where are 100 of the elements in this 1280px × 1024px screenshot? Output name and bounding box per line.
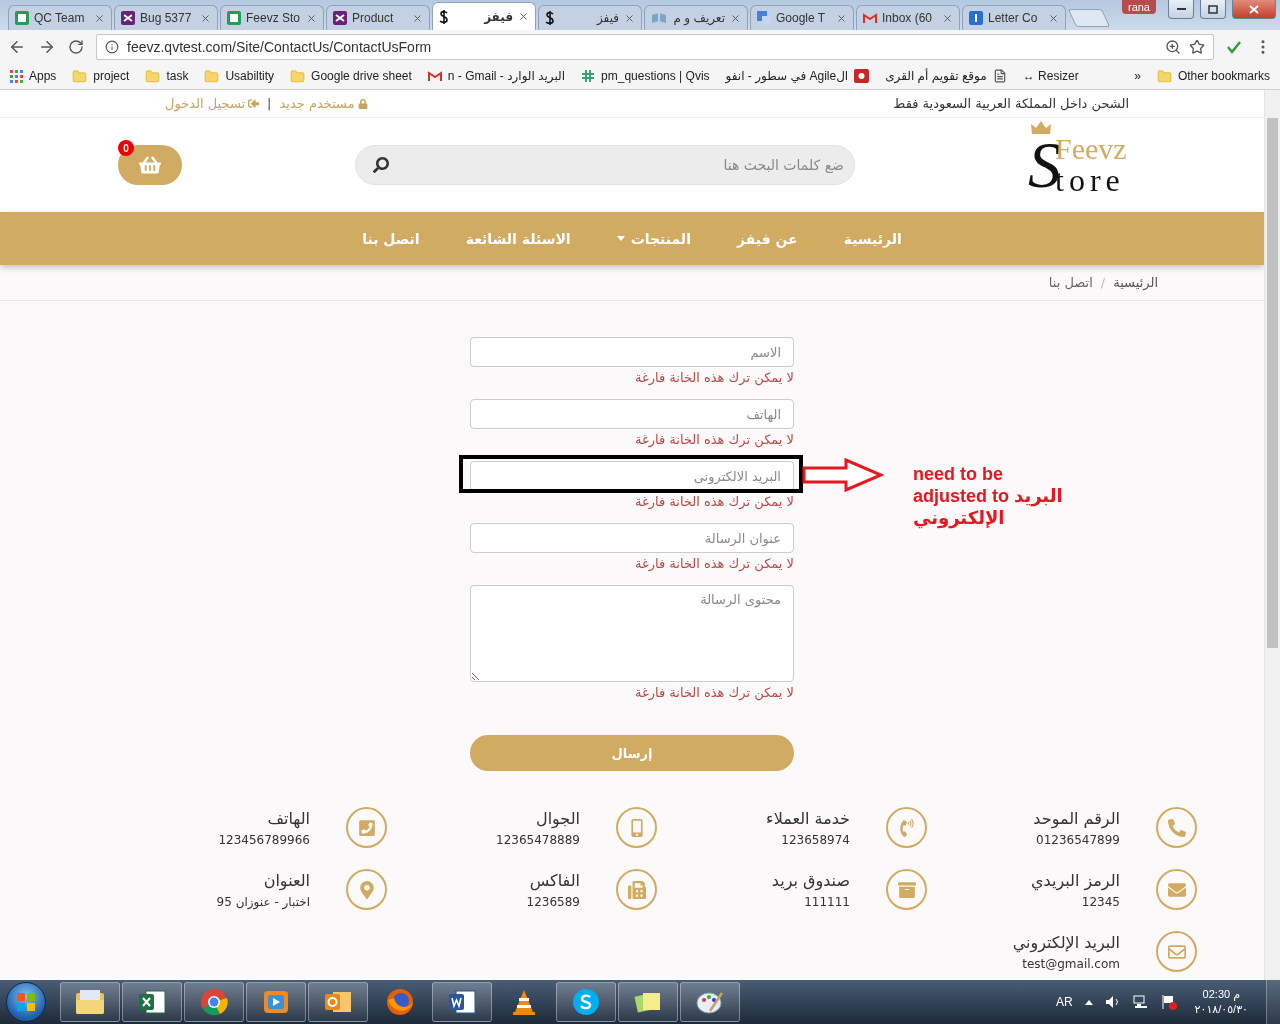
browser-tab[interactable]: فيفز bbox=[432, 2, 536, 30]
clock[interactable]: 02:30 م ٢٠١٨/٠٥/٣٠ bbox=[1188, 988, 1254, 1016]
bookmark-link[interactable]: project bbox=[72, 68, 130, 84]
mail-icon bbox=[863, 12, 877, 24]
infinity-logo-icon bbox=[333, 11, 347, 25]
contact-title: الفاكس bbox=[528, 870, 580, 890]
envelope-icon bbox=[1167, 942, 1186, 961]
close-icon[interactable] bbox=[518, 11, 529, 22]
taskbar-app-button[interactable] bbox=[60, 982, 120, 1022]
page-icon bbox=[992, 69, 1007, 83]
bookmark-link[interactable]: Apps bbox=[10, 69, 57, 83]
search-field[interactable]: ضع كلمات البحث هنا bbox=[355, 145, 855, 185]
shipping-note: الشحن داخل المملكة العربية السعودية فقط bbox=[893, 96, 1129, 111]
breadcrumb-current: اتصل بنا bbox=[1048, 275, 1093, 290]
browser-tab[interactable]: Letter Co bbox=[962, 5, 1066, 30]
close-button[interactable] bbox=[1232, 0, 1276, 19]
input-field[interactable]: الاسم bbox=[470, 337, 794, 367]
search-icon[interactable] bbox=[373, 157, 389, 173]
more-bookmarks-button[interactable]: » bbox=[1134, 69, 1141, 83]
browser-tab[interactable]: Product bbox=[326, 5, 430, 30]
browser-tab[interactable]: QC Team bbox=[8, 5, 112, 30]
bookmark-link[interactable]: Usabiltity bbox=[204, 68, 275, 84]
contact-value: 123658974 bbox=[780, 832, 850, 847]
error-message: لا يمكن ترك هذه الخانة فارغة bbox=[634, 685, 794, 703]
input-field[interactable]: الهاتف bbox=[470, 399, 794, 429]
contact-value: 1236589 bbox=[526, 894, 580, 909]
minimize-icon bbox=[1176, 7, 1186, 11]
dollar-icon bbox=[545, 11, 555, 25]
taskbar-app-button[interactable] bbox=[618, 982, 678, 1022]
message-field[interactable]: محتوى الرسالة bbox=[470, 585, 794, 682]
browser-tab[interactable]: Feevz Sto bbox=[220, 5, 324, 30]
start-button[interactable] bbox=[6, 982, 46, 1022]
close-icon[interactable] bbox=[1048, 12, 1059, 24]
close-icon[interactable] bbox=[836, 12, 847, 24]
fox-globe-icon bbox=[386, 988, 414, 1016]
taskbar-app-button[interactable] bbox=[184, 982, 244, 1022]
sign-in-icon bbox=[248, 98, 260, 109]
taskbar-app-button[interactable] bbox=[432, 982, 492, 1022]
scrollbar[interactable] bbox=[1264, 90, 1280, 980]
zoom-icon[interactable] bbox=[1165, 38, 1181, 55]
error-message: لا يمكن ترك هذه الخانة فارغة bbox=[634, 556, 794, 574]
speaker-icon[interactable] bbox=[1104, 995, 1121, 1009]
apps-grid-icon bbox=[10, 69, 23, 83]
crown-icon bbox=[1030, 120, 1052, 136]
contact-title: العنوان bbox=[262, 870, 310, 890]
location-pin-icon bbox=[357, 880, 376, 899]
reload-icon[interactable] bbox=[68, 38, 84, 55]
close-icon[interactable] bbox=[942, 12, 953, 24]
basket-icon bbox=[139, 154, 161, 176]
browser-tab[interactable]: فيفز bbox=[538, 5, 642, 30]
spreadsheet-icon bbox=[227, 11, 241, 25]
breadcrumb-link[interactable]: الرئيسية bbox=[1113, 275, 1158, 290]
contact-value: 123456789966 bbox=[218, 832, 310, 847]
close-icon[interactable] bbox=[412, 12, 423, 24]
phone-icon bbox=[357, 818, 376, 837]
taskbar-app-button[interactable] bbox=[680, 982, 740, 1022]
info-icon[interactable] bbox=[105, 39, 119, 54]
contact-title: البريد الإلكتروني bbox=[1012, 932, 1120, 952]
taskbar-app-button[interactable] bbox=[308, 982, 368, 1022]
show-desktop-button[interactable] bbox=[1266, 980, 1280, 1024]
close-icon[interactable] bbox=[624, 12, 635, 24]
bookmark-link[interactable]: task bbox=[145, 68, 189, 84]
browser-icon bbox=[200, 988, 228, 1016]
contact-value: 01236547899 bbox=[1035, 832, 1120, 847]
address-bar[interactable]: feevz.qvtest.com/Site/ContactUs/ContactUsForm bbox=[96, 33, 1214, 60]
tray-expand-icon[interactable] bbox=[1084, 999, 1093, 1005]
bookmark-link[interactable]: ↔ Resizer bbox=[1022, 69, 1079, 83]
taskbar-app-button[interactable] bbox=[556, 982, 616, 1022]
minimize-button[interactable] bbox=[1168, 0, 1194, 19]
bookmark-link[interactable]: Google drive sheet bbox=[290, 68, 412, 84]
browser-tab[interactable]: Inbox (60 bbox=[856, 5, 960, 30]
language-indicator[interactable]: AR bbox=[1055, 995, 1073, 1009]
close-icon[interactable] bbox=[306, 12, 317, 24]
error-message: لا يمكن ترك هذه الخانة فارغة bbox=[634, 432, 794, 450]
bookmark-link[interactable]: موقع تقويم أم القرى bbox=[885, 69, 1007, 83]
close-icon[interactable] bbox=[200, 12, 211, 24]
taskbar-app-button[interactable] bbox=[122, 982, 182, 1022]
bookmark-link[interactable]: pm_questions | Qvis bbox=[581, 69, 710, 83]
profile-name[interactable]: rana bbox=[1121, 0, 1156, 14]
close-icon[interactable] bbox=[94, 12, 105, 24]
annotation-note: need to be adjusted to البريد الإلكتروني bbox=[913, 463, 1064, 529]
paint-palette-icon bbox=[696, 989, 724, 1015]
network-icon[interactable] bbox=[1132, 995, 1149, 1009]
browser-tab[interactable]: Bug 5377 bbox=[114, 5, 218, 30]
contact-value: 12345 bbox=[1080, 894, 1120, 909]
windows-logo-icon bbox=[17, 993, 35, 1011]
bookmark-link[interactable]: الAgile في سطور - انفو bbox=[725, 69, 870, 83]
input-field[interactable]: عنوان الرسالة bbox=[470, 523, 794, 553]
cart-button[interactable] bbox=[118, 145, 182, 185]
folder-icon bbox=[72, 68, 88, 84]
browser-tab[interactable]: Google T bbox=[750, 5, 854, 30]
close-icon[interactable] bbox=[730, 12, 741, 24]
bookmark-link[interactable]: Other bookmarks bbox=[1156, 68, 1270, 84]
maximize-button[interactable] bbox=[1200, 0, 1226, 19]
bookmark-star-icon[interactable] bbox=[1189, 38, 1205, 55]
bookmark-link[interactable]: n - Gmail - البريد الوارد bbox=[427, 69, 566, 83]
contact-title: الهاتف bbox=[266, 808, 310, 828]
flag-icon[interactable] bbox=[1160, 994, 1177, 1010]
input-field[interactable]: البريد الالكترونى bbox=[470, 461, 794, 491]
browser-tab[interactable]: تعريف و م bbox=[644, 5, 748, 30]
